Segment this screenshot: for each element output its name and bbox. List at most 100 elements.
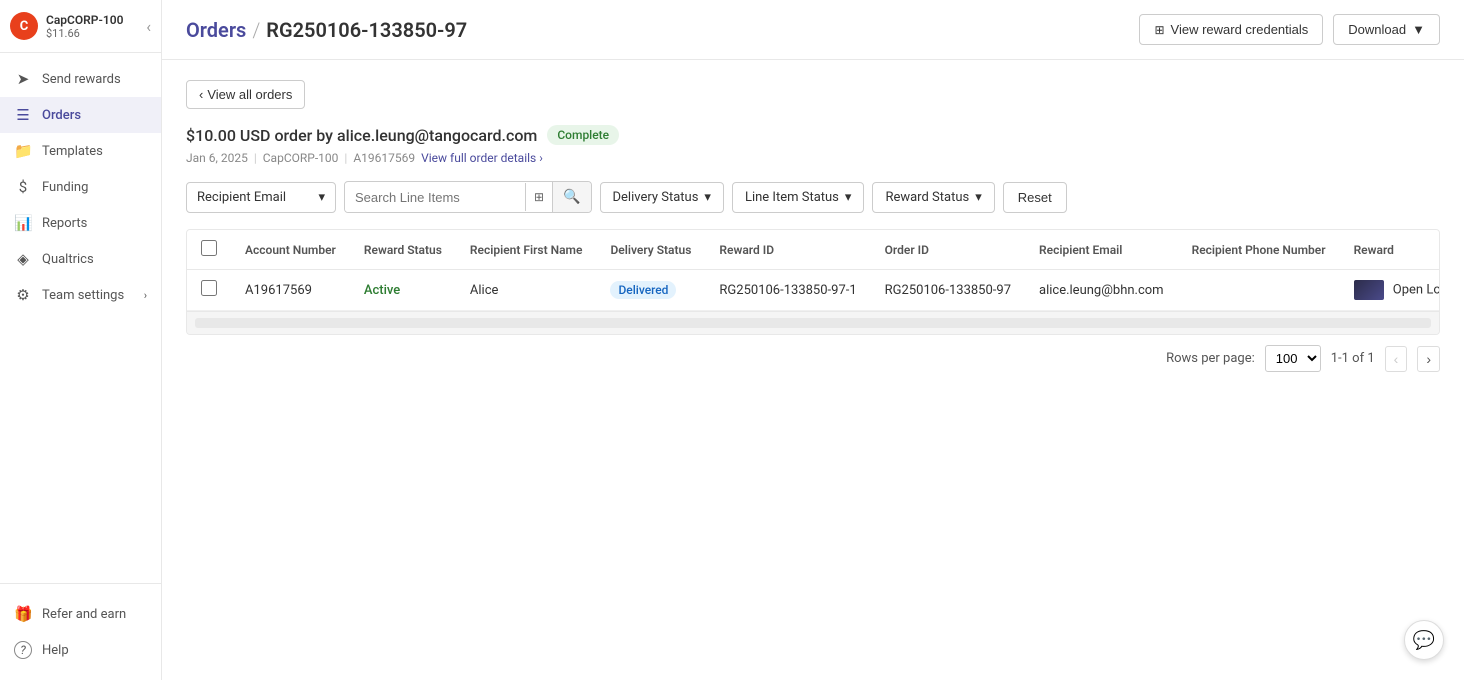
sidebar-item-orders[interactable]: ☰ Orders (0, 97, 161, 133)
sidebar-item-reports[interactable]: 📊 Reports (0, 205, 161, 241)
scrollbar-track (195, 318, 1431, 328)
order-meta: Jan 6, 2025 | CapCORP-100 | A19617569 Vi… (186, 151, 1440, 165)
col-reward: Reward ⊞ (1340, 230, 1440, 270)
order-amount: $10.00 USD order by alice.leung@tangocar… (186, 126, 537, 145)
order-info: $10.00 USD order by alice.leung@tangocar… (186, 125, 1440, 165)
pagination: Rows per page: 100 1-1 of 1 ‹ › (186, 335, 1440, 382)
breadcrumb-current: RG250106-133850-97 (266, 18, 467, 42)
order-id-meta: A19617569 (353, 151, 415, 165)
sidebar-item-refer-earn[interactable]: 🎁 Refer and earn (0, 596, 161, 632)
reports-icon: 📊 (14, 214, 32, 232)
cell-reward: Open Loop — (1340, 270, 1440, 311)
col-recipient-email: Recipient Email (1025, 230, 1178, 270)
next-page-button[interactable]: › (1417, 346, 1440, 372)
sidebar-item-orders-label: Orders (42, 108, 81, 123)
breadcrumb-separator: / (252, 18, 260, 42)
line-item-status-chevron-icon: ▾ (845, 190, 852, 205)
sidebar-item-help-label: Help (42, 643, 69, 658)
line-items-table-container: Account Number Reward Status Recipient F… (186, 229, 1440, 335)
brand-info: CapCORP-100 $11.66 (46, 13, 123, 40)
delivery-status-chevron-icon: ▾ (704, 190, 711, 205)
cell-account-number: A19617569 (231, 270, 350, 311)
credentials-icon: ⊞ (1154, 23, 1164, 37)
sidebar-item-team-settings[interactable]: ⚙ Team settings › (0, 277, 161, 313)
sidebar-item-templates[interactable]: 📁 Templates (0, 133, 161, 169)
sidebar-nav: ➤ Send rewards ☰ Orders 📁 Templates $ Fu… (0, 53, 161, 583)
order-status-badge: Complete (547, 125, 619, 145)
sidebar-item-refer-earn-label: Refer and earn (42, 607, 126, 622)
sidebar-item-help[interactable]: ? Help (0, 632, 161, 668)
header-actions: ⊞ View reward credentials Download ▼ (1139, 14, 1440, 45)
sidebar-item-send-rewards[interactable]: ➤ Send rewards (0, 61, 161, 97)
brand-price: $11.66 (46, 27, 123, 40)
back-icon: ‹ (199, 87, 203, 102)
sidebar-item-reports-label: Reports (42, 216, 87, 231)
help-icon: ? (14, 641, 32, 659)
search-box: ⊞ 🔍 (344, 181, 592, 213)
col-account-number: Account Number (231, 230, 350, 270)
order-title: $10.00 USD order by alice.leung@tangocar… (186, 125, 1440, 145)
sidebar-item-funding-label: Funding (42, 180, 88, 195)
sidebar-item-templates-label: Templates (42, 144, 103, 159)
rows-per-page-select[interactable]: 100 (1265, 345, 1321, 372)
search-line-items-input[interactable] (345, 183, 525, 212)
col-order-id: Order ID (871, 230, 1025, 270)
view-details-icon: › (539, 151, 543, 165)
chat-button[interactable]: 💬 (1404, 620, 1444, 660)
brand-area: C CapCORP-100 $11.66 (10, 12, 123, 40)
team-settings-chevron-icon: › (144, 289, 147, 302)
recipient-email-filter[interactable]: Recipient Email ▾ (186, 182, 336, 213)
breadcrumb-orders-link[interactable]: Orders (186, 18, 246, 42)
view-reward-credentials-button[interactable]: ⊞ View reward credentials (1139, 14, 1323, 45)
row-checkbox[interactable] (201, 280, 217, 296)
sidebar-item-qualtrics[interactable]: ◈ Qualtrics (0, 241, 161, 277)
breadcrumb: Orders / RG250106-133850-97 (186, 18, 467, 42)
cell-recipient-phone (1178, 270, 1340, 311)
reward-status-filter[interactable]: Reward Status ▾ (872, 182, 994, 213)
view-all-orders-button[interactable]: ‹ View all orders (186, 80, 305, 109)
cell-recipient-first-name: Alice (456, 270, 597, 311)
sidebar-item-funding[interactable]: $ Funding (0, 169, 161, 205)
page-header: Orders / RG250106-133850-97 ⊞ View rewar… (162, 0, 1464, 60)
download-button[interactable]: Download ▼ (1333, 14, 1440, 45)
send-rewards-icon: ➤ (14, 70, 32, 88)
brand-logo: C (10, 12, 38, 40)
rows-per-page-label: Rows per page: (1166, 351, 1255, 366)
orders-icon: ☰ (14, 106, 32, 124)
sidebar-bottom: 🎁 Refer and earn ? Help (0, 583, 161, 680)
search-filter-icon[interactable]: ⊞ (525, 183, 552, 211)
col-recipient-first-name: Recipient First Name (456, 230, 597, 270)
horizontal-scrollbar[interactable] (187, 311, 1439, 334)
refer-earn-icon: 🎁 (14, 605, 32, 623)
sidebar-item-qualtrics-label: Qualtrics (42, 252, 94, 267)
main-area: Orders / RG250106-133850-97 ⊞ View rewar… (162, 0, 1464, 680)
col-reward-status: Reward Status (350, 230, 456, 270)
line-item-status-filter[interactable]: Line Item Status ▾ (732, 182, 864, 213)
sidebar-item-team-settings-label: Team settings (42, 288, 124, 303)
table-row: A19617569 Active Alice Delivered RG25010… (187, 270, 1440, 311)
sidebar-item-send-rewards-label: Send rewards (42, 72, 121, 87)
page-content: ‹ View all orders $10.00 USD order by al… (162, 60, 1464, 680)
reset-filters-button[interactable]: Reset (1003, 182, 1067, 213)
cell-delivery-status: Delivered (596, 270, 705, 311)
col-recipient-phone: Recipient Phone Number (1178, 230, 1340, 270)
templates-icon: 📁 (14, 142, 32, 160)
filters-bar: Recipient Email ▾ ⊞ 🔍 Delivery Status ▾ … (186, 181, 1440, 213)
sidebar-header: C CapCORP-100 $11.66 ‹ (0, 0, 161, 53)
team-settings-icon: ⚙ (14, 286, 32, 304)
sidebar-collapse-button[interactable]: ‹ (146, 17, 151, 36)
cell-order-id: RG250106-133850-97 (871, 270, 1025, 311)
select-all-checkbox[interactable] (201, 240, 217, 256)
reward-thumbnail (1354, 280, 1384, 300)
brand-name: CapCORP-100 (46, 13, 123, 27)
cell-reward-id: RG250106-133850-97-1 (705, 270, 870, 311)
download-chevron-icon: ▼ (1412, 22, 1425, 37)
view-full-order-details-link[interactable]: View full order details › (421, 151, 543, 165)
qualtrics-icon: ◈ (14, 250, 32, 268)
prev-page-button[interactable]: ‹ (1385, 346, 1408, 372)
funding-icon: $ (14, 178, 32, 196)
delivery-status-filter[interactable]: Delivery Status ▾ (600, 182, 724, 213)
search-submit-icon[interactable]: 🔍 (552, 182, 590, 212)
sidebar: C CapCORP-100 $11.66 ‹ ➤ Send rewards ☰ … (0, 0, 162, 680)
col-delivery-status: Delivery Status (596, 230, 705, 270)
